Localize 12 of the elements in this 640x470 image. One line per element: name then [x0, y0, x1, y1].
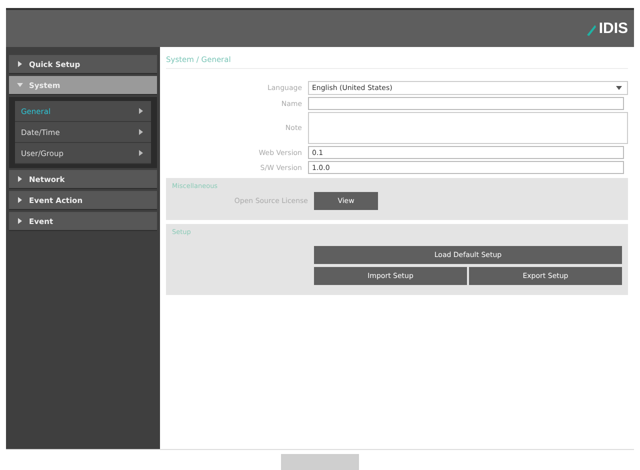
dropdown-arrow-icon [616, 86, 622, 90]
logo-text: IDIS [598, 20, 628, 37]
caret-icon [139, 108, 143, 114]
caret-icon [139, 129, 143, 135]
note-field[interactable] [308, 112, 628, 144]
caret-icon [17, 61, 23, 67]
caret-icon [17, 218, 23, 224]
caret-icon [139, 150, 143, 156]
input-field[interactable] [308, 97, 624, 110]
caret-icon [17, 176, 23, 182]
caret-icon [17, 82, 23, 88]
caret-icon [17, 197, 23, 203]
